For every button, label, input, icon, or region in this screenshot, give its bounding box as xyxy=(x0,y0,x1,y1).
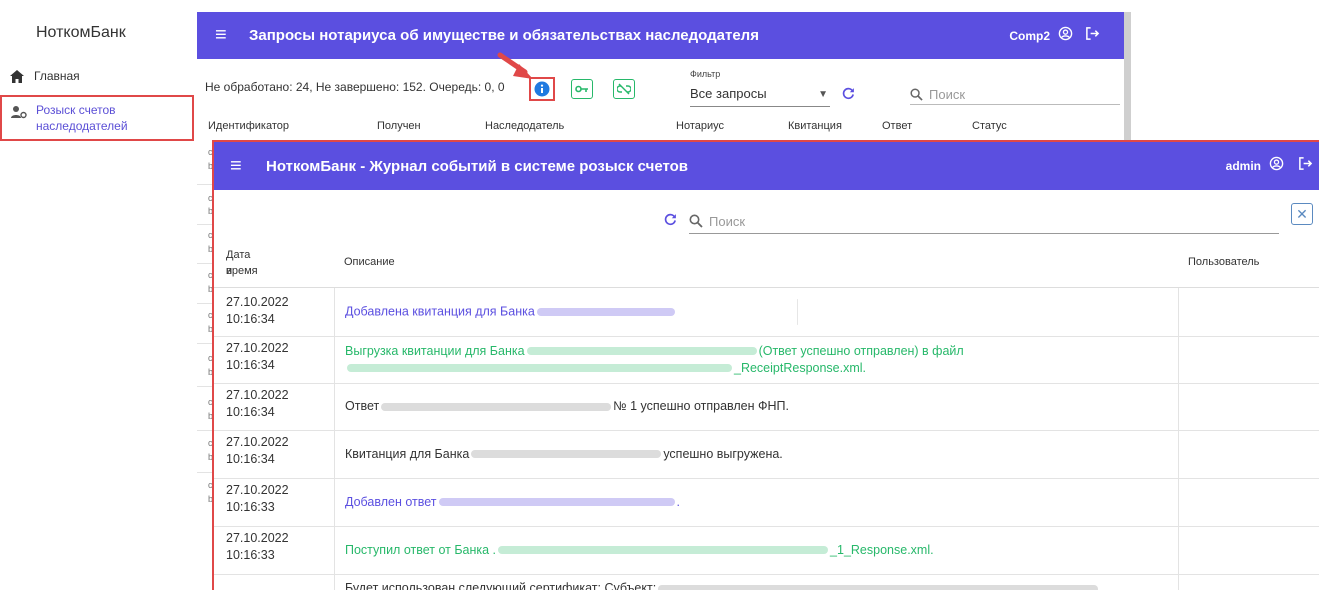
close-button[interactable]: ✕ xyxy=(1291,203,1313,225)
refresh-icon[interactable] xyxy=(842,87,855,105)
event-description: Добавлен ответ. xyxy=(334,478,1294,526)
account-icon[interactable] xyxy=(1058,26,1073,46)
search-field[interactable]: Поиск xyxy=(689,209,1279,234)
scrollbar[interactable] xyxy=(1124,12,1131,140)
sidebar-item-label-line2: наследодателей xyxy=(36,119,128,133)
user-name: Comp2 xyxy=(1009,28,1050,43)
filter-label: Фильтр xyxy=(690,69,721,79)
account-icon[interactable] xyxy=(1269,156,1284,176)
event-log-header: ≡ НоткомБанк - Журнал событий в системе … xyxy=(214,142,1319,190)
sidebar-item-home[interactable]: Главная xyxy=(0,68,194,88)
event-description: Ответ № 1 успешно отправлен ФНП. xyxy=(334,383,1294,430)
search-placeholder: Поиск xyxy=(709,213,746,229)
column-header[interactable]: Нотариус xyxy=(676,120,724,132)
column-header[interactable]: Получен xyxy=(377,120,421,132)
sidebar-item-label: Главная xyxy=(34,69,80,83)
table-row[interactable]: 27.10.2022 10:16:34 Ответ № 1 успешно отпр… xyxy=(214,383,1319,431)
queue-status: Не обработано: 24, Не завершено: 152. Оч… xyxy=(205,80,505,94)
column-header[interactable]: Идентификатор xyxy=(208,120,289,132)
search-field[interactable]: Поиск xyxy=(910,84,1120,105)
column-header[interactable]: Наследодатель xyxy=(485,120,564,132)
key-icon xyxy=(575,85,588,93)
event-description: Поступил ответ от Банка . _1_Response.xml… xyxy=(334,526,1294,574)
table-row[interactable]: 27.10.2022 10:16:34 Выгрузка квитанции дл… xyxy=(214,336,1319,384)
home-icon xyxy=(0,68,34,83)
column-header-description[interactable]: Описание xyxy=(344,256,395,268)
sidebar-item-label-line1: Розыск счетов xyxy=(36,103,116,117)
event-description: Будет использован следующий сертификат: … xyxy=(334,574,1294,590)
column-header-user[interactable]: Пользователь xyxy=(1188,256,1259,268)
app-brand: НоткомБанк xyxy=(36,24,126,41)
chevron-down-icon: ▼ xyxy=(818,89,828,100)
table-row[interactable]: 27.10.2022 10:16:34 Квитанция для Банка ус… xyxy=(214,430,1319,479)
info-icon xyxy=(534,81,550,97)
menu-icon[interactable]: ≡ xyxy=(230,155,266,178)
filter-value: Все запросы xyxy=(690,86,767,101)
search-icon xyxy=(910,87,923,101)
requests-table-header: Идентификатор Получен Наследодатель Нота… xyxy=(205,120,1125,136)
sidebar-item-account-search[interactable]: Розыск счетов наследодателей xyxy=(0,95,194,141)
event-user xyxy=(1178,478,1319,526)
log-table-header: Дата и время Описание Пользователь xyxy=(214,242,1319,288)
event-user xyxy=(1178,430,1319,478)
event-user xyxy=(1178,288,1319,336)
info-button[interactable] xyxy=(529,77,555,101)
refresh-icon[interactable] xyxy=(664,213,677,231)
event-user xyxy=(1178,526,1319,574)
unlink-button[interactable] xyxy=(613,79,635,99)
event-log-dialog: ≡ НоткомБанк - Журнал событий в системе … xyxy=(212,140,1319,590)
requests-header: ≡ Запросы нотариуса об имуществе и обяза… xyxy=(197,12,1124,59)
logout-icon[interactable] xyxy=(1298,156,1313,176)
logout-icon[interactable] xyxy=(1085,26,1100,46)
table-row[interactable]: Будет использован следующий сертификат: … xyxy=(214,574,1319,590)
column-header[interactable]: Статус xyxy=(972,120,1007,132)
close-icon: ✕ xyxy=(1296,205,1308,222)
user-name: admin xyxy=(1225,159,1261,173)
key-button[interactable] xyxy=(571,79,593,99)
event-description: Добавлена квитанция для Банка xyxy=(334,288,1294,336)
event-user xyxy=(1178,336,1319,383)
table-row[interactable]: 27.10.2022 10:16:34 Добавлена квитанция д… xyxy=(214,288,1319,337)
page-title: Запросы нотариуса об имуществе и обязате… xyxy=(249,27,759,44)
event-user xyxy=(1178,383,1319,430)
table-row[interactable]: 27.10.2022 10:16:33 Добавлен ответ. xyxy=(214,478,1319,527)
event-description: Выгрузка квитанции для Банка (Ответ успеш… xyxy=(334,336,1294,383)
event-description: Квитанция для Банка успешно выгружена. xyxy=(334,430,1294,478)
menu-icon[interactable]: ≡ xyxy=(215,24,249,47)
event-user xyxy=(1178,574,1319,590)
user-settings-icon xyxy=(2,97,36,119)
filter-select[interactable]: Все запросы ▼ xyxy=(690,86,830,107)
search-icon xyxy=(689,214,703,228)
column-header[interactable]: Ответ xyxy=(882,120,912,132)
column-header[interactable]: Квитанция xyxy=(788,120,842,132)
dialog-title: НоткомБанк - Журнал событий в системе ро… xyxy=(266,157,688,175)
search-placeholder: Поиск xyxy=(929,86,966,102)
table-row[interactable]: 27.10.2022 10:16:33 Поступил ответ от Бан… xyxy=(214,526,1319,575)
link-off-icon xyxy=(617,83,631,95)
